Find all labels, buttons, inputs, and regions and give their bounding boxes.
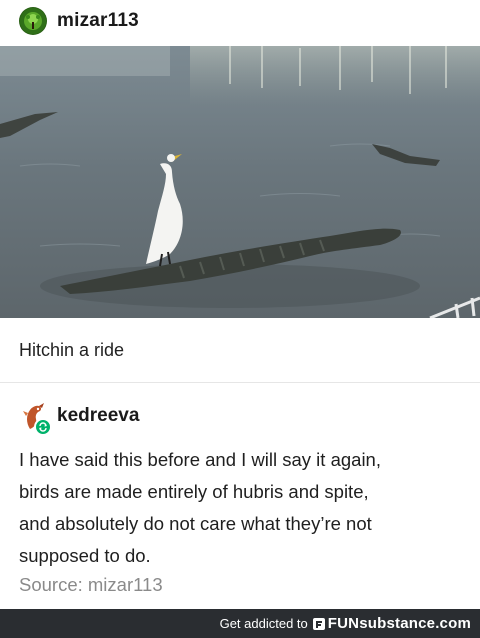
reblogger-username[interactable]: kedreeva	[57, 405, 139, 427]
post-header: mizar113	[0, 0, 480, 46]
funsubstance-banner[interactable]: Get addicted to FUNsubstance.com	[0, 609, 480, 638]
post-caption: Hitchin a ride	[19, 340, 125, 360]
body-line: I have said this before and I will say i…	[19, 449, 381, 470]
banner-logo: FUNsubstance.com	[327, 615, 471, 632]
body-line: birds are made entirely of hubris and sp…	[19, 481, 369, 502]
body-line: and absolutely do not care what they’re …	[19, 513, 372, 534]
reblog-icon	[34, 418, 52, 436]
tumblr-post: mizar113 Hitchin a ride kedreeva I have …	[0, 0, 480, 638]
banner-text: Get addicted to	[219, 616, 308, 631]
post-divider	[0, 382, 480, 383]
green-tree-avatar-icon[interactable]	[19, 7, 47, 35]
reblog-body: I have said this before and I will say i…	[19, 444, 469, 572]
op-username[interactable]: mizar113	[57, 10, 139, 32]
body-line: supposed to do.	[19, 545, 151, 566]
source-link[interactable]: Source: mizar113	[19, 574, 163, 596]
funsubstance-logo-icon	[312, 617, 326, 631]
post-photo	[0, 46, 480, 318]
